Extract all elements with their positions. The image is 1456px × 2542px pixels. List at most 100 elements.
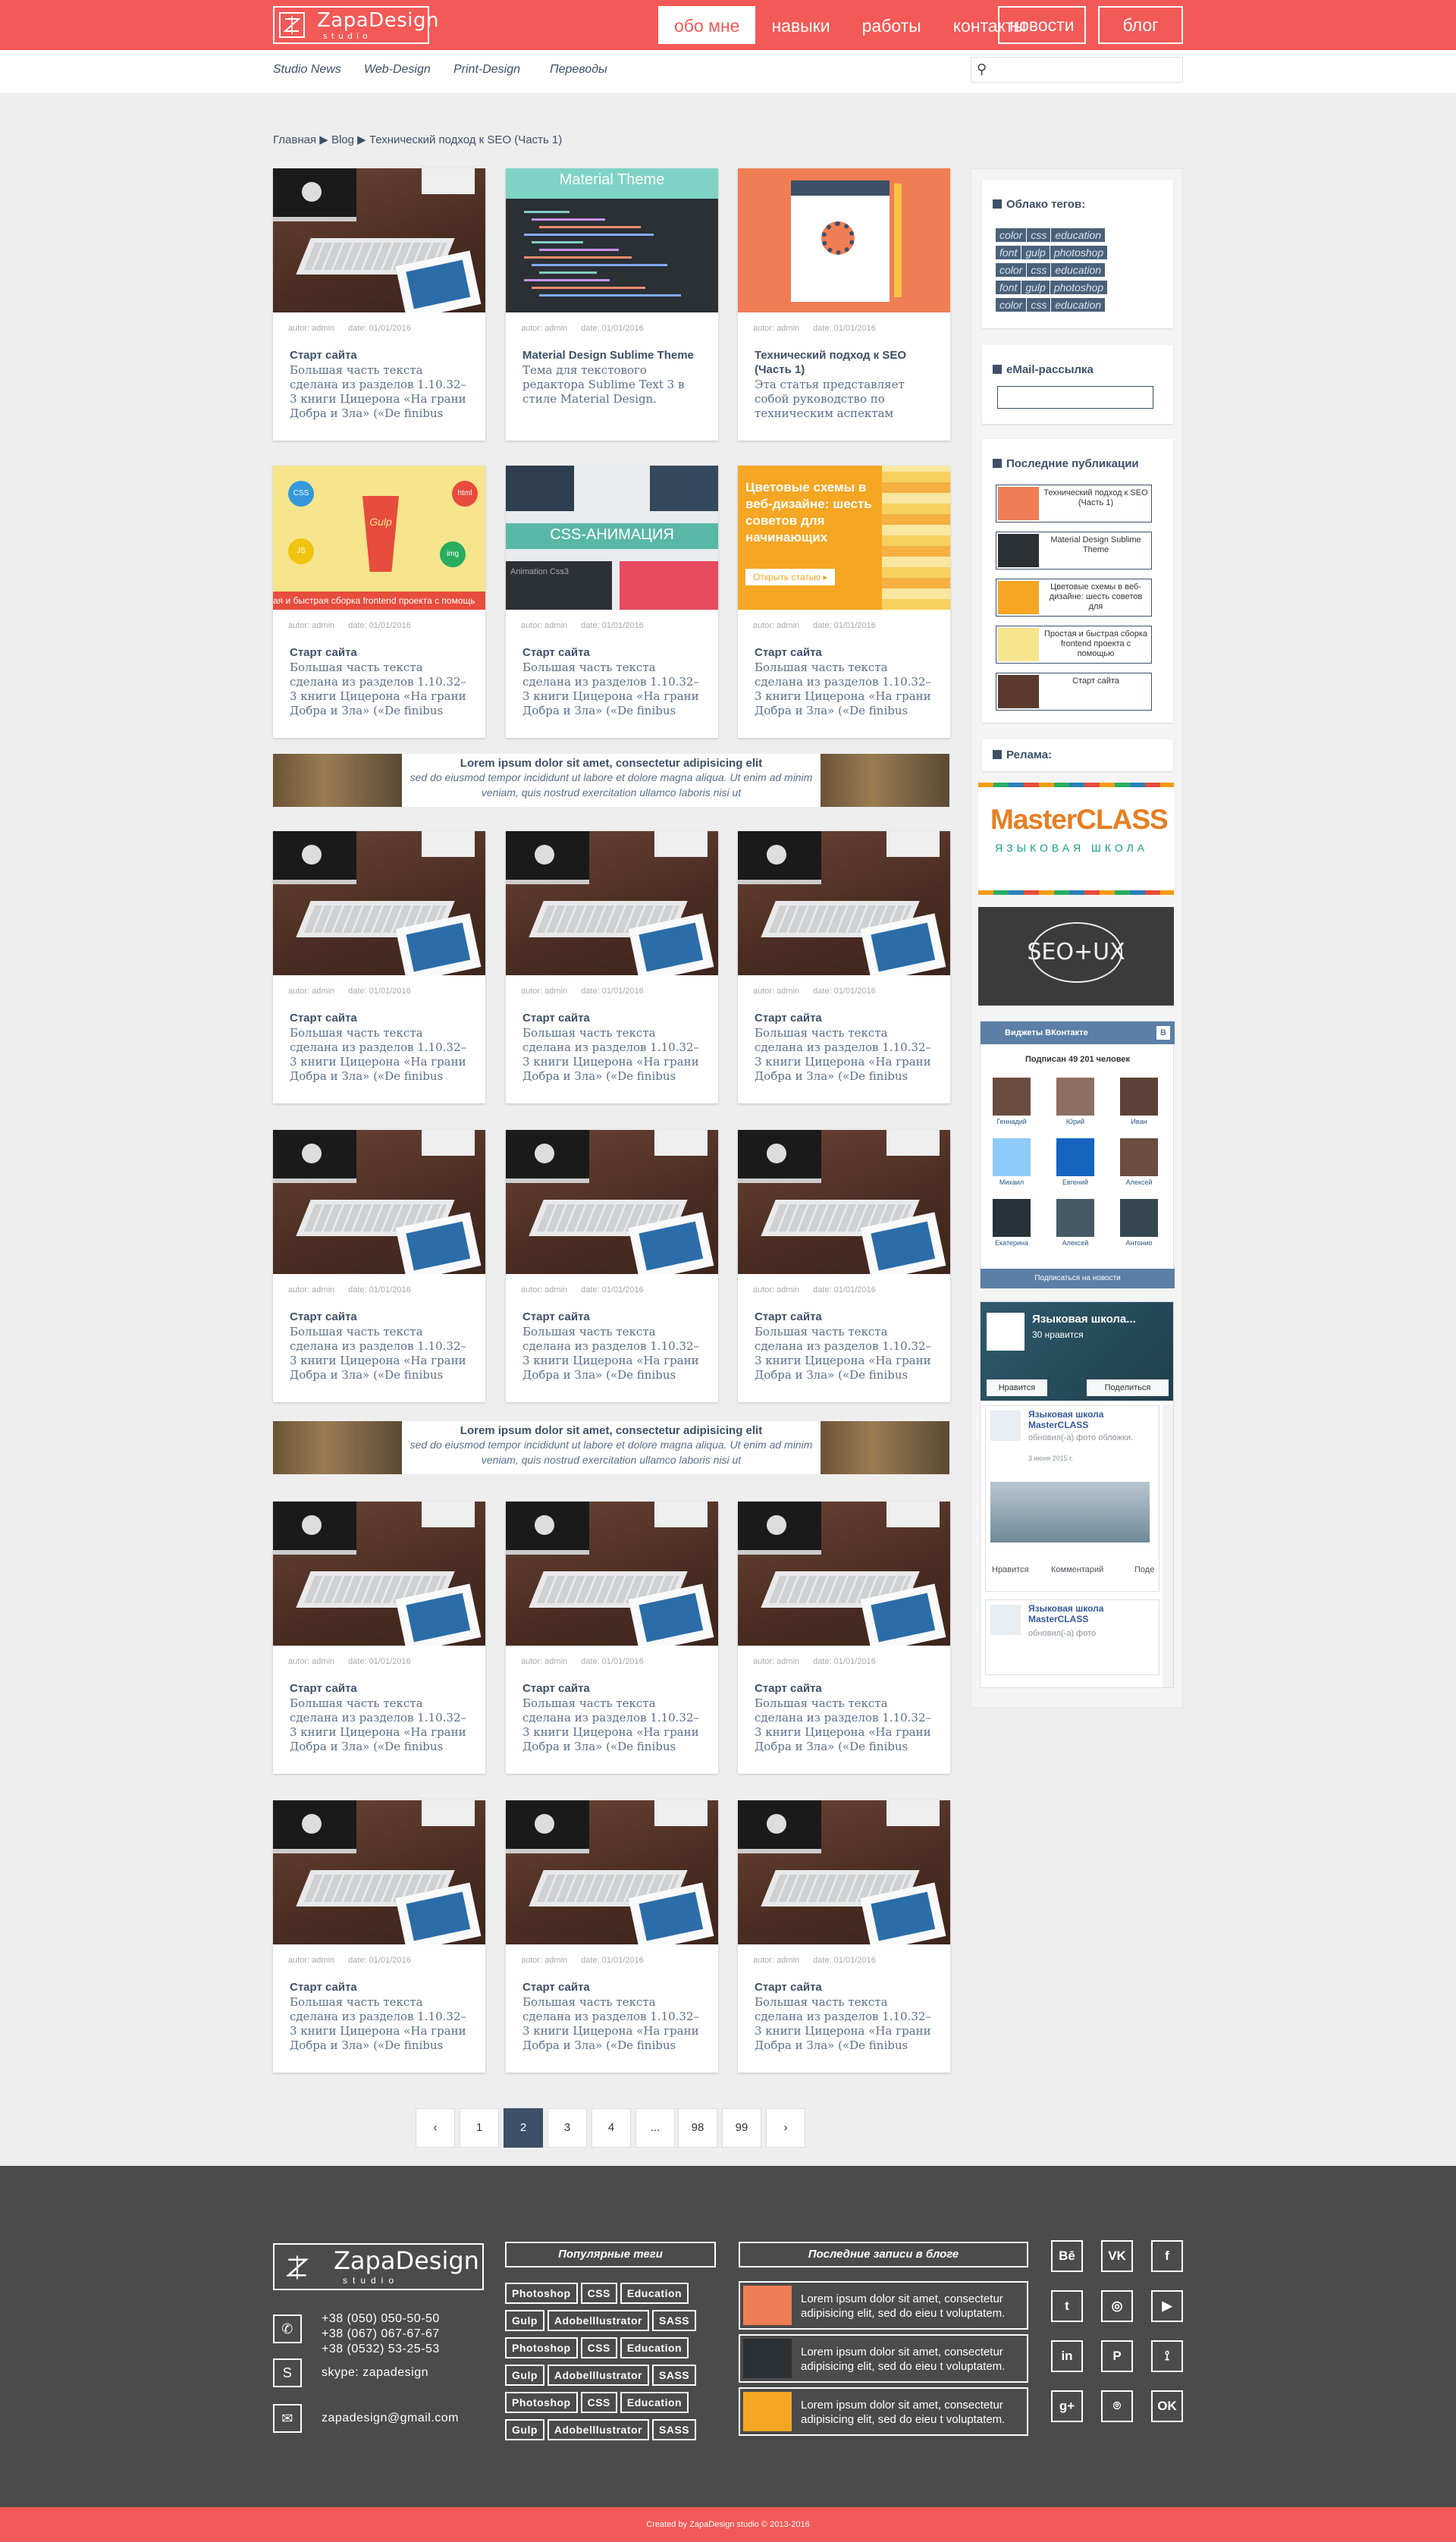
vk-user[interactable]: Михаил (993, 1138, 1031, 1188)
next-page-button[interactable]: › (766, 2108, 805, 2148)
footer-tag[interactable]: Adobelllustrator (547, 2419, 650, 2440)
post-thumbnail[interactable] (273, 1800, 485, 1944)
post-card[interactable]: autor: admin date: 01/01/2016 Старт сайта Б… (506, 1130, 718, 1402)
post-thumbnail[interactable] (738, 168, 950, 312)
fb-scrollbar[interactable] (1163, 1405, 1173, 1687)
post-card[interactable]: autor: admin date: 01/01/2016 Старт сайта Б… (273, 1130, 485, 1402)
promo-banner[interactable]: Lorem ipsum dolor sit amet, consectetur … (273, 1421, 949, 1474)
post-title[interactable]: Старт сайта (755, 1980, 937, 1994)
promo-banner[interactable]: Lorem ipsum dolor sit amet, consectetur … (273, 754, 949, 807)
vk-subscribe-button[interactable]: Подписаться на новости (981, 1269, 1175, 1288)
post-thumbnail[interactable]: CSS-АНИМАЦИЯ Animation Css3 (506, 466, 718, 610)
breadcrumb-home[interactable]: Главная (273, 133, 316, 146)
footer-tag[interactable]: Education (620, 2283, 689, 2304)
fb-like-button[interactable]: Нравится (987, 1379, 1047, 1396)
vk-user[interactable]: Алексей (1056, 1199, 1094, 1249)
footer-tag[interactable]: Education (620, 2337, 689, 2358)
post-title[interactable]: Старт сайта (522, 645, 704, 660)
subnav-studio-news[interactable]: Studio News (273, 63, 341, 77)
nav-item-works[interactable]: работы (846, 6, 937, 44)
footer-tag[interactable]: Photoshop (505, 2392, 578, 2413)
footer-skype-text[interactable]: skype: zapadesign (322, 2366, 428, 2380)
nav-item-about[interactable]: обо мне (658, 6, 756, 44)
post-thumbnail[interactable] (506, 1502, 718, 1646)
post-title[interactable]: Старт сайта (522, 1011, 704, 1025)
vk-user[interactable]: Евгений (1056, 1138, 1094, 1188)
tag-chip[interactable]: color (996, 228, 1027, 242)
post-card[interactable]: autor: admin date: 01/01/2016 Старт сайта Б… (273, 1502, 485, 1774)
post-card[interactable]: autor: admin date: 01/01/2016 Старт сайта Б… (738, 831, 950, 1103)
post-thumbnail[interactable] (506, 1130, 718, 1274)
vk-user[interactable]: Екатерина (993, 1199, 1031, 1249)
post-card[interactable]: autor: admin date: 01/01/2016 Старт сайта Б… (738, 1502, 950, 1774)
vk-user[interactable]: Юрий (1056, 1078, 1094, 1128)
post-title[interactable]: Старт сайта (755, 645, 937, 660)
recent-post-item[interactable]: Material Design Sublime Theme (996, 532, 1152, 570)
tag-chip[interactable]: font (996, 246, 1021, 259)
vk-user[interactable]: Иван (1120, 1078, 1158, 1128)
footer-tag[interactable]: Gulp (505, 2365, 544, 2386)
tag-chip[interactable]: education (1051, 228, 1106, 242)
post-card[interactable]: CSS-АНИМАЦИЯ Animation Css3 autor: admin da… (506, 466, 718, 738)
fb-action-comment[interactable]: Комментарий (1051, 1565, 1103, 1574)
footer-email-text[interactable]: zapadesign@gmail.com (322, 2412, 459, 2425)
twitter-icon[interactable]: t (1051, 2290, 1083, 2322)
page-button[interactable]: 4 (592, 2108, 631, 2148)
footer-tag[interactable]: SASS (652, 2419, 697, 2440)
post-thumbnail[interactable]: Material Theme (506, 168, 718, 312)
logo[interactable]: ZapaDesign studio (273, 6, 438, 44)
recent-post-item[interactable]: Технический подход к SEO (Часть 1) (996, 485, 1152, 523)
post-thumbnail[interactable] (273, 168, 485, 312)
tag-chip[interactable]: css (1027, 228, 1051, 242)
footer-tag[interactable]: CSS (580, 2283, 617, 2304)
post-card[interactable]: Цветовые схемы в веб-дизайне: шесть сове… (738, 466, 950, 738)
post-thumbnail[interactable] (738, 1502, 950, 1646)
tag-chip[interactable]: color (996, 263, 1027, 277)
post-thumbnail[interactable] (273, 1502, 485, 1646)
seo-ux-ad[interactable]: SEO+UX (978, 907, 1174, 1006)
post-card[interactable]: autor: admin date: 01/01/2016 Старт сайта Б… (273, 168, 485, 441)
post-thumbnail[interactable] (738, 1130, 950, 1274)
footer-tag[interactable]: Adobelllustrator (547, 2310, 650, 2331)
recent-post-item[interactable]: Старт сайта (996, 673, 1152, 711)
page-button[interactable]: 2 (504, 2108, 543, 2148)
pinterest-icon[interactable]: P (1101, 2340, 1133, 2372)
tag-chip[interactable]: education (1051, 263, 1106, 277)
vk-icon[interactable]: VK (1101, 2240, 1133, 2272)
tag-chip[interactable]: css (1027, 263, 1051, 277)
tag-chip[interactable]: color (996, 298, 1027, 312)
tag-chip[interactable]: gulp (1021, 246, 1050, 259)
youtube-icon[interactable]: ▶ (1151, 2290, 1183, 2322)
prev-page-button[interactable]: ‹ (416, 2108, 455, 2148)
page-button[interactable]: 98 (678, 2108, 717, 2148)
footer-tag[interactable]: Photoshop (505, 2283, 578, 2304)
post-card[interactable]: autor: admin date: 01/01/2016 Старт сайта Б… (506, 1800, 718, 2073)
post-title[interactable]: Старт сайта (522, 1681, 704, 1696)
post-card[interactable]: Gulp CSS html JS img ая и быстрая сборка fron… (273, 466, 485, 738)
footer-tag[interactable]: Education (620, 2392, 689, 2413)
post-title[interactable]: Старт сайта (755, 1681, 937, 1696)
post-thumbnail[interactable] (506, 831, 718, 975)
nav-news-button[interactable]: новости (998, 6, 1086, 44)
footer-tag[interactable]: Adobelllustrator (547, 2365, 650, 2386)
subnav-web-design[interactable]: Web-Design (364, 63, 431, 77)
footer-phone[interactable]: +38 (050) 050-50-50 (322, 2311, 440, 2327)
post-card[interactable]: autor: admin date: 01/01/2016 Старт сайта Б… (506, 831, 718, 1103)
footer-logo[interactable]: ZapaDesign studio (273, 2243, 484, 2290)
fb-post-name[interactable]: Языковая школа MasterCLASS (1028, 1409, 1153, 1430)
page-button[interactable]: 1 (460, 2108, 499, 2148)
instagram-icon[interactable]: ◎ (1101, 2290, 1133, 2322)
vk-user[interactable]: Алексей (1120, 1138, 1158, 1188)
subnav-translations[interactable]: Переводы (550, 63, 607, 77)
tag-chip[interactable]: education (1051, 298, 1106, 312)
facebook-icon[interactable]: f (1151, 2240, 1183, 2272)
fb-action-share[interactable]: Поде (1134, 1565, 1154, 1574)
post-title[interactable]: Старт сайта (290, 1310, 472, 1324)
fb-page-name[interactable]: Языковая школа... (1032, 1313, 1136, 1326)
post-thumbnail[interactable] (738, 1800, 950, 1944)
footer-phone[interactable]: +38 (067) 067-67-67 (322, 2327, 440, 2342)
post-title[interactable]: Старт сайта (290, 348, 472, 362)
tag-chip[interactable]: css (1027, 298, 1051, 312)
footer-tag[interactable]: Photoshop (505, 2337, 578, 2358)
subnav-print-design[interactable]: Print-Design (453, 63, 520, 77)
